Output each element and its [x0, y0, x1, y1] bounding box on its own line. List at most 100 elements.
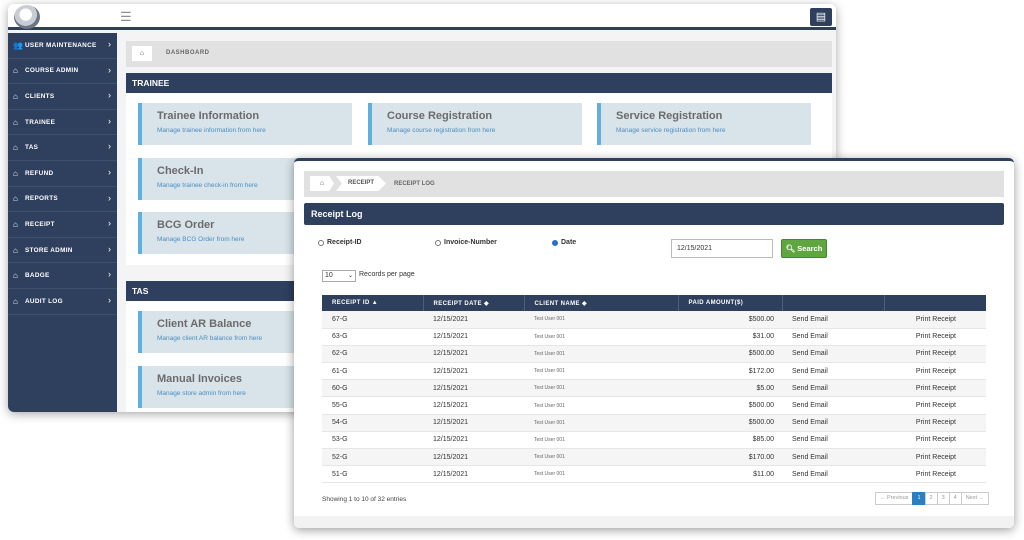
bank-icon: ⌂	[13, 271, 18, 281]
receipt-log-window: ⌂ RECEIPT RECEIPT LOG Receipt Log Receip…	[294, 158, 1014, 528]
receipt-id-link[interactable]: 51-G	[322, 465, 423, 484]
search-icon: 🔍︎	[785, 244, 796, 253]
card-title: Service Registration	[616, 110, 723, 122]
send-email-link[interactable]: Send Email	[782, 311, 884, 329]
sidebar-item-label: RECEIPT	[25, 220, 55, 228]
receipt-date: 12/15/2021	[423, 414, 524, 432]
send-email-link[interactable]: Send Email	[782, 448, 884, 467]
chevron-right-icon: ›	[108, 39, 111, 49]
table-row: 53-G 12/15/2021 Test User 001 $85.00 Sen…	[322, 431, 986, 450]
window-footer	[294, 516, 1014, 528]
section-header-trainee: TRAINEE	[126, 73, 832, 93]
receipt-id-link[interactable]: 63-G	[322, 328, 423, 346]
radio-circle-checked[interactable]	[552, 239, 558, 246]
pagination-next[interactable]: Next →	[960, 492, 990, 505]
logo	[14, 5, 40, 29]
sidebar-item-audit-log[interactable]: ⌂ AUDIT LOG ›	[8, 289, 117, 315]
table-row: 54-G 12/15/2021 Test User 001 $500.00 Se…	[322, 414, 986, 432]
send-email-link[interactable]: Send Email	[782, 396, 884, 415]
radio-label: Invoice-Number	[444, 239, 497, 246]
paid-amount: $31.00	[678, 328, 782, 346]
radio-label: Receipt-ID	[327, 239, 362, 246]
column-label: RECEIPT ID	[332, 300, 370, 306]
breadcrumb: ⌂ DASHBOARD	[126, 41, 832, 67]
receipt-id-link[interactable]: 54-G	[322, 414, 423, 432]
card-trainee-information[interactable]: Trainee Information Manage trainee infor…	[138, 103, 352, 145]
records-per-page-select[interactable]: 10 ⌄	[322, 270, 356, 282]
receipt-date: 12/15/2021	[423, 362, 524, 381]
client-name: Test User 001	[524, 328, 678, 346]
radio-date[interactable]: Date	[552, 239, 576, 246]
sidebar-item-receipt[interactable]: ⌂ RECEIPT ›	[8, 212, 117, 238]
breadcrumb-dashboard: DASHBOARD	[166, 50, 210, 56]
column-email	[782, 295, 885, 311]
radio-receipt-id[interactable]: Receipt-ID	[318, 239, 362, 246]
home-icon[interactable]: ⌂	[310, 176, 334, 191]
id-card-icon[interactable]: ▤	[810, 8, 832, 26]
date-input[interactable]	[671, 239, 773, 258]
send-email-link[interactable]: Send Email	[782, 328, 884, 346]
sidebar-item-refund[interactable]: ⌂ REFUND ›	[8, 161, 117, 187]
sidebar-item-tas[interactable]: ⌂ TAS ›	[8, 135, 117, 161]
sidebar-item-course-admin[interactable]: ⌂ COURSE ADMIN ›	[8, 59, 117, 85]
card-service-registration[interactable]: Service Registration Manage service regi…	[597, 103, 811, 145]
receipt-id-link[interactable]: 60-G	[322, 379, 423, 398]
sidebar-item-clients[interactable]: ⌂ CLIENTS ›	[8, 84, 117, 110]
print-receipt-link[interactable]: Print Receipt	[884, 448, 986, 467]
sidebar-item-trainee[interactable]: ⌂ TRAINEE ›	[8, 110, 117, 136]
radio-circle[interactable]	[435, 239, 441, 246]
receipt-date: 12/15/2021	[423, 345, 524, 364]
paid-amount: $500.00	[678, 396, 782, 415]
bank-icon: ⌂	[13, 143, 18, 153]
client-name: Test User 001	[524, 431, 678, 450]
print-receipt-link[interactable]: Print Receipt	[884, 414, 986, 432]
breadcrumb: ⌂ RECEIPT RECEIPT LOG	[304, 171, 1004, 197]
receipt-id-link[interactable]: 61-G	[322, 362, 423, 381]
column-receipt-date[interactable]: RECEIPT DATE ◆	[423, 295, 525, 311]
column-client-name[interactable]: CLIENT NAME ◆	[524, 295, 679, 311]
card-subtitle: Manage BCG Order from here	[157, 236, 245, 243]
table-row: 60-G 12/15/2021 Test User 001 $5.00 Send…	[322, 379, 986, 398]
sidebar-item-store-admin[interactable]: ⌂ STORE ADMIN ›	[8, 238, 117, 264]
sidebar-item-reports[interactable]: ⌂ REPORTS ›	[8, 187, 117, 213]
send-email-link[interactable]: Send Email	[782, 362, 884, 381]
print-receipt-link[interactable]: Print Receipt	[884, 465, 986, 484]
receipt-id-link[interactable]: 55-G	[322, 396, 423, 415]
send-email-link[interactable]: Send Email	[782, 465, 884, 484]
table-row: 67-G 12/15/2021 Test User 001 $500.00 Se…	[322, 311, 986, 329]
print-receipt-link[interactable]: Print Receipt	[884, 431, 986, 450]
receipt-id-link[interactable]: 52-G	[322, 448, 423, 467]
print-receipt-link[interactable]: Print Receipt	[884, 396, 986, 415]
column-paid-amount[interactable]: PAID AMOUNT($)	[678, 295, 783, 311]
send-email-link[interactable]: Send Email	[782, 431, 884, 450]
print-receipt-link[interactable]: Print Receipt	[884, 311, 986, 329]
home-icon[interactable]: ⌂	[132, 46, 152, 61]
pagination-previous[interactable]: ← Previous	[875, 492, 914, 505]
radio-invoice-number[interactable]: Invoice-Number	[435, 239, 497, 246]
radio-circle[interactable]	[318, 239, 324, 246]
print-receipt-link[interactable]: Print Receipt	[884, 362, 986, 381]
send-email-link[interactable]: Send Email	[782, 379, 884, 398]
breadcrumb-receipt[interactable]: RECEIPT	[336, 176, 386, 191]
card-title: Check-In	[157, 165, 204, 177]
print-receipt-link[interactable]: Print Receipt	[884, 345, 986, 364]
print-receipt-link[interactable]: Print Receipt	[884, 379, 986, 398]
send-email-link[interactable]: Send Email	[782, 414, 884, 432]
sidebar-item-label: COURSE ADMIN	[25, 67, 79, 75]
print-receipt-link[interactable]: Print Receipt	[884, 328, 986, 346]
receipt-id-link[interactable]: 53-G	[322, 431, 423, 450]
search-button[interactable]: 🔍︎ Search	[781, 239, 827, 258]
chevron-right-icon: ›	[108, 64, 111, 75]
bank-icon: ⌂	[13, 91, 18, 101]
client-name: Test User 001	[524, 379, 678, 398]
sidebar-item-badge[interactable]: ⌂ BADGE ›	[8, 263, 117, 289]
receipt-id-link[interactable]: 62-G	[322, 345, 423, 364]
column-receipt-id[interactable]: RECEIPT ID ▲	[322, 295, 424, 311]
send-email-link[interactable]: Send Email	[782, 345, 884, 364]
bank-icon: ⌂	[13, 245, 18, 255]
sidebar-item-user-maintenance[interactable]: 👥 USER MAINTENANCE ›	[8, 33, 117, 59]
receipt-id-link[interactable]: 67-G	[322, 311, 423, 329]
card-course-registration[interactable]: Course Registration Manage course regist…	[368, 103, 582, 145]
hamburger-icon[interactable]: ☰	[120, 9, 132, 25]
chevron-right-icon: ›	[108, 115, 111, 126]
